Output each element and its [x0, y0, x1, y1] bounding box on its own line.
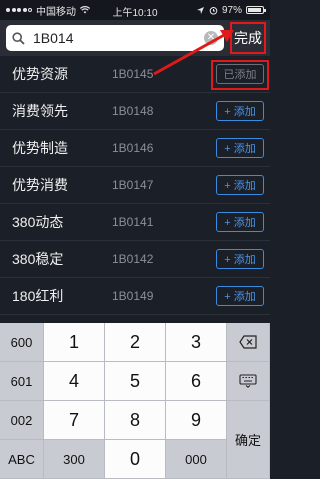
- fund-name: 优势资源: [12, 66, 68, 82]
- numeric-keyboard: 600 1 2 3 601 4 5 6 002 7 8 9 确定 ABC 300…: [0, 323, 270, 479]
- list-item: 优势资源 1B0145 已添加: [0, 56, 270, 93]
- signal-icon: [6, 8, 32, 12]
- key-8[interactable]: 8: [105, 401, 166, 440]
- key-600[interactable]: 600: [0, 323, 44, 362]
- battery-percent: 97%: [221, 4, 242, 16]
- add-button[interactable]: + 添加: [216, 175, 264, 195]
- hide-keyboard-key[interactable]: [227, 362, 270, 401]
- location-icon: [196, 6, 204, 14]
- key-300[interactable]: 300: [44, 440, 105, 479]
- key-0[interactable]: 0: [105, 440, 166, 479]
- add-button[interactable]: + 添加: [216, 249, 264, 269]
- fund-code: 1B0142: [112, 252, 154, 266]
- list-item: 180红利 1B0149 + 添加: [0, 278, 270, 315]
- add-button[interactable]: + 添加: [216, 138, 264, 158]
- fund-code: 1B0145: [112, 67, 154, 81]
- key-7[interactable]: 7: [44, 401, 105, 440]
- search-box[interactable]: ✕: [6, 25, 224, 51]
- fund-name: 优势制造: [12, 140, 68, 156]
- search-icon: [12, 31, 25, 45]
- battery-icon: [246, 6, 266, 14]
- done-button[interactable]: 完成: [230, 22, 266, 54]
- list-item: 优势制造 1B0146 + 添加: [0, 130, 270, 167]
- fund-code: 1B0147: [112, 178, 154, 192]
- list-item: 380动态 1B0141 + 添加: [0, 204, 270, 241]
- key-9[interactable]: 9: [166, 401, 227, 440]
- add-button[interactable]: + 添加: [216, 101, 264, 121]
- clear-icon[interactable]: ✕: [204, 31, 218, 45]
- key-6[interactable]: 6: [166, 362, 227, 401]
- annotation-highlight-box: [211, 60, 269, 90]
- wifi-icon: [80, 6, 90, 14]
- status-bar: 中国移动 上午10:10 97%: [0, 0, 270, 20]
- fund-name: 优势消费: [12, 177, 68, 193]
- key-000[interactable]: 000: [166, 440, 227, 479]
- add-button[interactable]: + 添加: [216, 286, 264, 306]
- search-input[interactable]: [33, 30, 193, 46]
- fund-name: 380动态: [12, 214, 64, 230]
- list-item: 380稳定 1B0142 + 添加: [0, 241, 270, 278]
- list-item: 消费领先 1B0148 + 添加: [0, 93, 270, 130]
- fund-code: 1B0148: [112, 104, 154, 118]
- backspace-icon: [239, 335, 257, 349]
- add-button[interactable]: + 添加: [216, 212, 264, 232]
- abc-key[interactable]: ABC: [0, 440, 44, 479]
- key-1[interactable]: 1: [44, 323, 105, 362]
- list-item: 优势消费 1B0147 + 添加: [0, 167, 270, 204]
- key-3[interactable]: 3: [166, 323, 227, 362]
- key-5[interactable]: 5: [105, 362, 166, 401]
- clock: 上午10:10: [112, 8, 158, 19]
- keyboard-icon: [239, 374, 257, 388]
- confirm-key[interactable]: 确定: [227, 401, 270, 479]
- alarm-icon: [209, 6, 218, 15]
- fund-name: 380稳定: [12, 251, 64, 267]
- key-4[interactable]: 4: [44, 362, 105, 401]
- key-002[interactable]: 002: [0, 401, 44, 440]
- key-2[interactable]: 2: [105, 323, 166, 362]
- carrier-label: 中国移动: [36, 6, 76, 18]
- fund-list: 优势资源 1B0145 已添加 消费领先 1B0148 + 添加 优势制造 1B…: [0, 56, 270, 315]
- fund-code: 1B0141: [112, 215, 154, 229]
- fund-code: 1B0149: [112, 289, 154, 303]
- search-header: ✕ 完成: [0, 20, 270, 56]
- backspace-key[interactable]: [227, 323, 270, 362]
- fund-name: 消费领先: [12, 103, 68, 119]
- key-601[interactable]: 601: [0, 362, 44, 401]
- fund-code: 1B0146: [112, 141, 154, 155]
- fund-name: 180红利: [12, 288, 64, 304]
